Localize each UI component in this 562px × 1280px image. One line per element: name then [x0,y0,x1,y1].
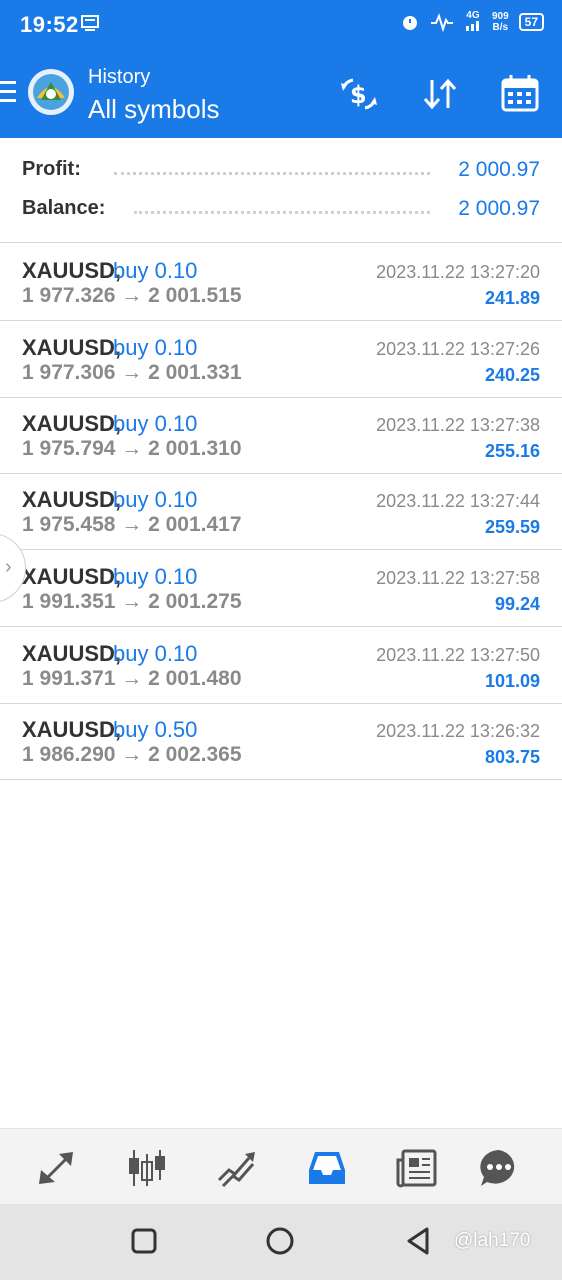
trade-time: 2023.11.22 13:26:32 [376,721,540,741]
tab-chart[interactable] [125,1146,169,1190]
trade-side: buy 0.10 [113,258,198,283]
trade-symbol: XAUUSD, [22,335,122,360]
trade-symbol: XAUUSD, [22,487,122,512]
trade-prices: 1 977.326 → 2 001.515 [22,284,242,307]
trade-time: 2023.11.22 13:27:26 [376,339,540,359]
profit-row: Profit: 2 000.97 [22,158,540,188]
trade-side: buy 0.50 [113,717,198,742]
trade-row[interactable]: XAUUSD, buy 0.10 1 975.794 → 2 001.310 2… [0,397,562,474]
newspaper-icon [396,1149,437,1188]
trade-symbol: XAUUSD, [22,641,122,666]
activity-icon [430,13,453,32]
trade-profit: 101.09 [484,671,540,691]
balance-value: 2 000.97 [452,197,540,221]
tab-trade[interactable] [215,1146,259,1190]
network-indicator: 4G [464,10,482,34]
inbox-icon [309,1152,345,1184]
profit-value: 2 000.97 [452,158,540,182]
quotes-icon [39,1152,73,1184]
screen-title: History [88,66,151,88]
tab-messages[interactable] [477,1146,521,1190]
menu-icon[interactable] [0,81,16,103]
chat-icon [480,1150,515,1186]
trade-symbol: XAUUSD, [22,717,122,742]
trade-prices: 1 977.306 → 2 001.331 [22,361,242,384]
recents-icon[interactable] [129,1226,159,1256]
notification-icon [81,15,99,31]
trade-side: buy 0.10 [113,335,198,360]
trade-symbol: XAUUSD, [22,411,122,436]
trade-time: 2023.11.22 13:27:38 [376,415,540,435]
trade-profit: 241.89 [484,288,540,308]
trade-row[interactable]: XAUUSD, buy 0.10 1 991.351 → 2 001.275 2… [0,550,562,627]
balance-label: Balance: [22,197,112,220]
trade-side: buy 0.10 [113,641,198,666]
sort-icon[interactable] [418,72,462,116]
balance-row: Balance: 2 000.97 [22,197,540,227]
trade-profit: 259.59 [484,517,540,537]
trend-icon [217,1152,255,1188]
system-nav-bar: @lah170 [0,1204,562,1280]
candlestick-icon [129,1150,165,1186]
trade-prices: 1 975.458 → 2 001.417 [22,513,242,536]
app-bar: History All symbols $ [0,50,562,138]
tab-quotes[interactable] [35,1146,79,1190]
back-icon[interactable] [403,1226,433,1256]
alarm-icon [402,16,417,30]
trade-row[interactable]: XAUUSD, buy 0.10 1 977.326 → 2 001.515 2… [0,244,562,321]
trade-side: buy 0.10 [113,411,198,436]
trade-profit: 803.75 [484,747,540,767]
chevron-right-icon: › [5,556,12,578]
trade-profit: 255.16 [484,441,540,461]
trade-prices: 1 975.794 → 2 001.310 [22,437,242,460]
trade-prices: 1 991.371 → 2 001.480 [22,667,242,690]
network-speed: 909 B/s [491,11,509,33]
trade-symbol: XAUUSD, [22,564,122,589]
trade-side: buy 0.10 [113,564,198,589]
trade-prices: 1 991.351 → 2 001.275 [22,590,242,613]
trade-symbol: XAUUSD, [22,258,122,283]
trade-side: buy 0.10 [113,487,198,512]
status-bar: 19:52 4G 909 B/s 57 [0,0,562,50]
svg-text:$: $ [350,81,367,109]
trade-prices: 1 986.290 → 2 002.365 [22,743,242,766]
symbol-filter[interactable]: All symbols [88,94,219,125]
metatrader-logo[interactable] [27,68,75,116]
tab-history[interactable] [305,1146,349,1190]
dotted-leader [134,211,430,214]
trade-time: 2023.11.22 13:27:50 [376,645,540,665]
watermark: @lah170 [454,1230,531,1251]
battery-indicator: 57 [518,13,544,31]
bottom-tab-bar [0,1128,562,1204]
dotted-leader [114,172,430,175]
trade-row[interactable]: XAUUSD, buy 0.10 1 975.458 → 2 001.417 2… [0,473,562,550]
trade-row[interactable]: XAUUSD, buy 0.10 1 991.371 → 2 001.480 2… [0,627,562,704]
status-time: 19:52 [20,12,79,37]
trade-row[interactable]: XAUUSD, buy 0.10 1 977.306 → 2 001.331 2… [0,321,562,398]
trade-time: 2023.11.22 13:27:58 [376,568,540,588]
trade-profit: 240.25 [484,365,540,385]
calendar-icon[interactable] [498,72,542,116]
dollar-swap-icon[interactable]: $ [337,72,381,116]
account-summary: Profit: 2 000.97 Balance: 2 000.97 [0,138,562,243]
trade-time: 2023.11.22 13:27:44 [376,491,540,511]
trade-row[interactable]: XAUUSD, buy 0.50 1 986.290 → 2 002.365 2… [0,703,562,780]
profit-label: Profit: [22,158,87,181]
home-icon[interactable] [265,1226,295,1256]
tab-news[interactable] [395,1146,439,1190]
trade-time: 2023.11.22 13:27:20 [376,262,540,282]
trade-profit: 99.24 [494,594,540,614]
signal-icon [465,21,479,31]
